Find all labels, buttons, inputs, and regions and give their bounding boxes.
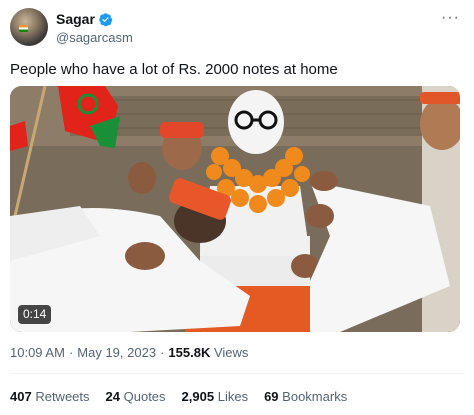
views-label: Views (213, 345, 249, 360)
retweets-label: Retweets (35, 389, 90, 404)
meta-separator: · (68, 345, 74, 360)
bookmarks-count: 69 (264, 389, 279, 404)
verified-badge-icon (99, 12, 113, 26)
likes-count: 2,905 (181, 389, 215, 404)
quotes-stat[interactable]: 24 Quotes (106, 388, 166, 406)
tweet-text: People who have a lot of Rs. 2000 notes … (10, 61, 338, 78)
avatar[interactable] (10, 8, 48, 46)
author-handle[interactable]: @sagarcasm (56, 29, 133, 46)
tweet-date[interactable]: May 19, 2023 (77, 345, 156, 360)
india-flag-icon (19, 25, 28, 32)
video-duration: 0:14 (18, 305, 52, 324)
retweets-stat[interactable]: 407 Retweets (10, 388, 90, 406)
tweet-meta: 10:09 AM · May 19, 2023 · 155.8K Views (10, 344, 248, 362)
quotes-count: 24 (105, 389, 120, 404)
more-options-icon[interactable]: ··· (441, 10, 460, 26)
author-name-text: Sagar (56, 11, 95, 27)
tweet-time[interactable]: 10:09 AM (10, 345, 65, 360)
video-player[interactable]: 0:14 (10, 86, 460, 332)
bookmarks-stat[interactable]: 69 Bookmarks (264, 388, 347, 406)
divider (10, 373, 464, 374)
tweet-header: Sagar @sagarcasm ··· (10, 8, 464, 50)
likes-label: Likes (217, 389, 249, 404)
quotes-label: Quotes (123, 389, 166, 404)
video-frame (10, 86, 460, 332)
author-display-name[interactable]: Sagar (56, 10, 113, 28)
views-count: 155.8K (168, 345, 211, 360)
meta-separator: · (160, 345, 165, 360)
bookmarks-label: Bookmarks (282, 389, 348, 404)
likes-stat[interactable]: 2,905 Likes (182, 388, 249, 406)
retweets-count: 407 (10, 389, 32, 404)
author-block: Sagar @sagarcasm (56, 10, 133, 46)
engagement-stats: 407 Retweets 24 Quotes 2,905 Likes 69 Bo… (10, 388, 363, 406)
